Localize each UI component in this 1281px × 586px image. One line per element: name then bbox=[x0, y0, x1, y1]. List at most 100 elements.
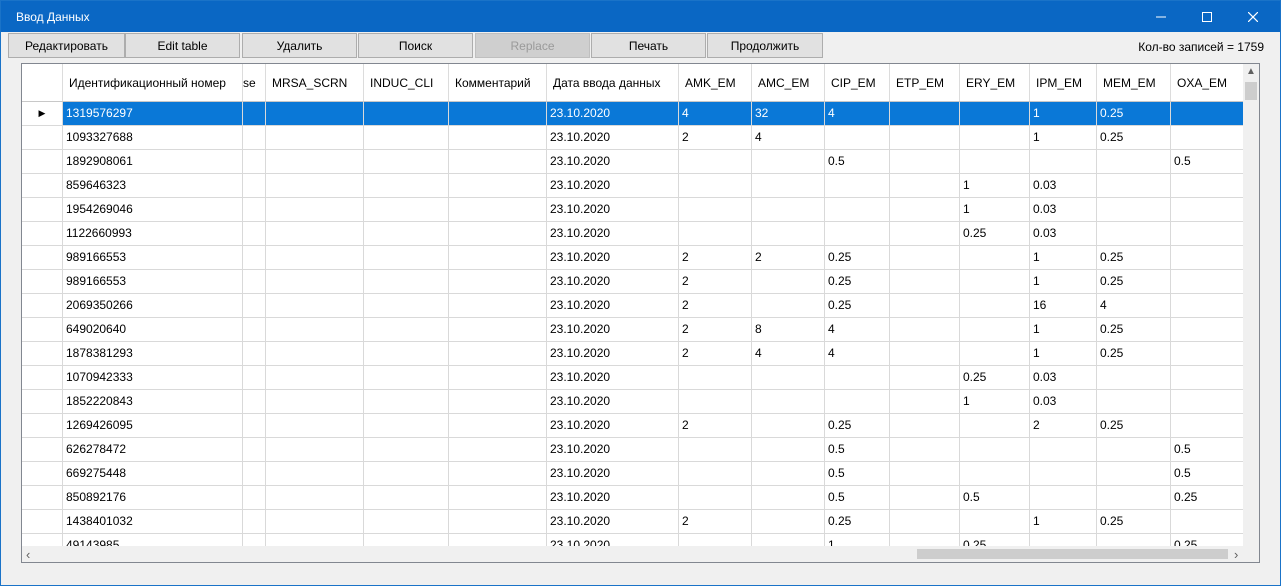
horizontal-scrollbar[interactable]: ‹ › bbox=[22, 546, 1259, 562]
table-cell[interactable] bbox=[266, 174, 364, 197]
row-header[interactable] bbox=[22, 222, 63, 245]
table-cell[interactable] bbox=[960, 294, 1030, 317]
table-cell[interactable]: 23.10.2020 bbox=[547, 126, 679, 149]
table-cell[interactable]: 1 bbox=[1030, 246, 1097, 269]
table-cell[interactable] bbox=[752, 414, 825, 437]
table-cell[interactable] bbox=[890, 150, 960, 173]
table-cell[interactable] bbox=[825, 366, 890, 389]
table-cell[interactable] bbox=[266, 366, 364, 389]
table-cell[interactable]: 1852220843 bbox=[63, 390, 243, 413]
column-header[interactable]: INDUC_CLI bbox=[364, 64, 449, 101]
table-cell[interactable] bbox=[679, 222, 752, 245]
table-cell[interactable] bbox=[890, 222, 960, 245]
table-cell[interactable] bbox=[243, 414, 266, 437]
search-button[interactable]: Поиск bbox=[358, 33, 473, 58]
table-cell[interactable] bbox=[449, 198, 547, 221]
table-cell[interactable]: 23.10.2020 bbox=[547, 174, 679, 197]
table-row[interactable]: 626278472 23.10.2020 0.5 0.5 bbox=[22, 438, 1245, 462]
table-cell[interactable] bbox=[364, 510, 449, 533]
table-cell[interactable]: 8 bbox=[752, 318, 825, 341]
table-cell[interactable] bbox=[1030, 486, 1097, 509]
table-cell[interactable] bbox=[1097, 366, 1171, 389]
table-cell[interactable] bbox=[243, 342, 266, 365]
table-cell[interactable]: 2 bbox=[679, 270, 752, 293]
table-cell[interactable]: 23.10.2020 bbox=[547, 510, 679, 533]
table-cell[interactable]: 23.10.2020 bbox=[547, 414, 679, 437]
scroll-left-icon[interactable]: ‹ bbox=[26, 547, 30, 562]
table-cell[interactable] bbox=[890, 390, 960, 413]
print-button[interactable]: Печать bbox=[591, 33, 706, 58]
row-header[interactable] bbox=[22, 126, 63, 149]
table-cell[interactable] bbox=[449, 510, 547, 533]
table-cell[interactable] bbox=[243, 222, 266, 245]
row-header[interactable] bbox=[22, 318, 63, 341]
table-cell[interactable]: 0.5 bbox=[1171, 438, 1245, 461]
table-cell[interactable] bbox=[243, 150, 266, 173]
table-cell[interactable] bbox=[960, 318, 1030, 341]
table-cell[interactable] bbox=[266, 486, 364, 509]
table-cell[interactable] bbox=[1030, 462, 1097, 485]
table-cell[interactable]: 0.25 bbox=[1097, 318, 1171, 341]
table-cell[interactable] bbox=[364, 486, 449, 509]
row-header[interactable] bbox=[22, 462, 63, 485]
table-row[interactable]: 669275448 23.10.2020 0.5 0.5 bbox=[22, 462, 1245, 486]
table-cell[interactable]: 0.5 bbox=[1171, 150, 1245, 173]
table-cell[interactable] bbox=[364, 414, 449, 437]
table-cell[interactable]: 1 bbox=[1030, 318, 1097, 341]
table-cell[interactable] bbox=[1171, 318, 1245, 341]
table-cell[interactable] bbox=[679, 174, 752, 197]
table-cell[interactable] bbox=[243, 294, 266, 317]
table-cell[interactable]: 4 bbox=[752, 126, 825, 149]
row-header[interactable] bbox=[22, 510, 63, 533]
table-row[interactable]: 1070942333 23.10.2020 0.25 0.03 bbox=[22, 366, 1245, 390]
scroll-right-icon[interactable]: › bbox=[1234, 547, 1238, 562]
table-cell[interactable] bbox=[1030, 438, 1097, 461]
table-cell[interactable]: 2 bbox=[679, 126, 752, 149]
table-cell[interactable] bbox=[679, 366, 752, 389]
table-cell[interactable] bbox=[449, 246, 547, 269]
row-header[interactable] bbox=[22, 414, 63, 437]
table-cell[interactable] bbox=[1097, 462, 1171, 485]
vertical-scroll-thumb[interactable] bbox=[1245, 82, 1257, 100]
row-header[interactable] bbox=[22, 150, 63, 173]
table-cell[interactable]: 2 bbox=[1030, 414, 1097, 437]
table-cell[interactable] bbox=[364, 102, 449, 125]
table-cell[interactable] bbox=[243, 270, 266, 293]
table-cell[interactable] bbox=[266, 294, 364, 317]
table-row[interactable]: 1878381293 23.10.2020 2 4 4 1 0.25 bbox=[22, 342, 1245, 366]
table-cell[interactable]: 1 bbox=[960, 174, 1030, 197]
table-cell[interactable] bbox=[1097, 486, 1171, 509]
table-cell[interactable] bbox=[364, 438, 449, 461]
table-cell[interactable]: 16 bbox=[1030, 294, 1097, 317]
table-cell[interactable]: 1122660993 bbox=[63, 222, 243, 245]
table-cell[interactable]: 4 bbox=[1097, 294, 1171, 317]
table-cell[interactable]: 1892908061 bbox=[63, 150, 243, 173]
table-cell[interactable]: 23.10.2020 bbox=[547, 366, 679, 389]
continue-button[interactable]: Продолжить bbox=[707, 33, 823, 58]
table-cell[interactable]: 4 bbox=[679, 102, 752, 125]
table-cell[interactable]: 0.25 bbox=[825, 270, 890, 293]
table-cell[interactable]: 626278472 bbox=[63, 438, 243, 461]
table-cell[interactable]: 1319576297 bbox=[63, 102, 243, 125]
table-cell[interactable] bbox=[1171, 510, 1245, 533]
row-header[interactable] bbox=[22, 198, 63, 221]
table-cell[interactable] bbox=[243, 246, 266, 269]
table-cell[interactable] bbox=[1171, 294, 1245, 317]
column-header[interactable]: Дата ввода данных bbox=[547, 64, 679, 101]
column-header[interactable]: IPM_EM bbox=[1030, 64, 1097, 101]
table-cell[interactable] bbox=[1171, 246, 1245, 269]
table-cell[interactable]: 23.10.2020 bbox=[547, 486, 679, 509]
table-cell[interactable] bbox=[890, 294, 960, 317]
table-cell[interactable] bbox=[364, 294, 449, 317]
table-cell[interactable]: 649020640 bbox=[63, 318, 243, 341]
table-cell[interactable] bbox=[679, 150, 752, 173]
table-cell[interactable] bbox=[890, 126, 960, 149]
table-cell[interactable] bbox=[1097, 198, 1171, 221]
table-row[interactable]: 850892176 23.10.2020 0.5 0.5 0.25 bbox=[22, 486, 1245, 510]
table-cell[interactable] bbox=[960, 510, 1030, 533]
table-cell[interactable]: 4 bbox=[752, 342, 825, 365]
table-cell[interactable] bbox=[960, 270, 1030, 293]
table-cell[interactable]: 0.25 bbox=[960, 222, 1030, 245]
table-cell[interactable] bbox=[825, 390, 890, 413]
table-cell[interactable] bbox=[890, 366, 960, 389]
